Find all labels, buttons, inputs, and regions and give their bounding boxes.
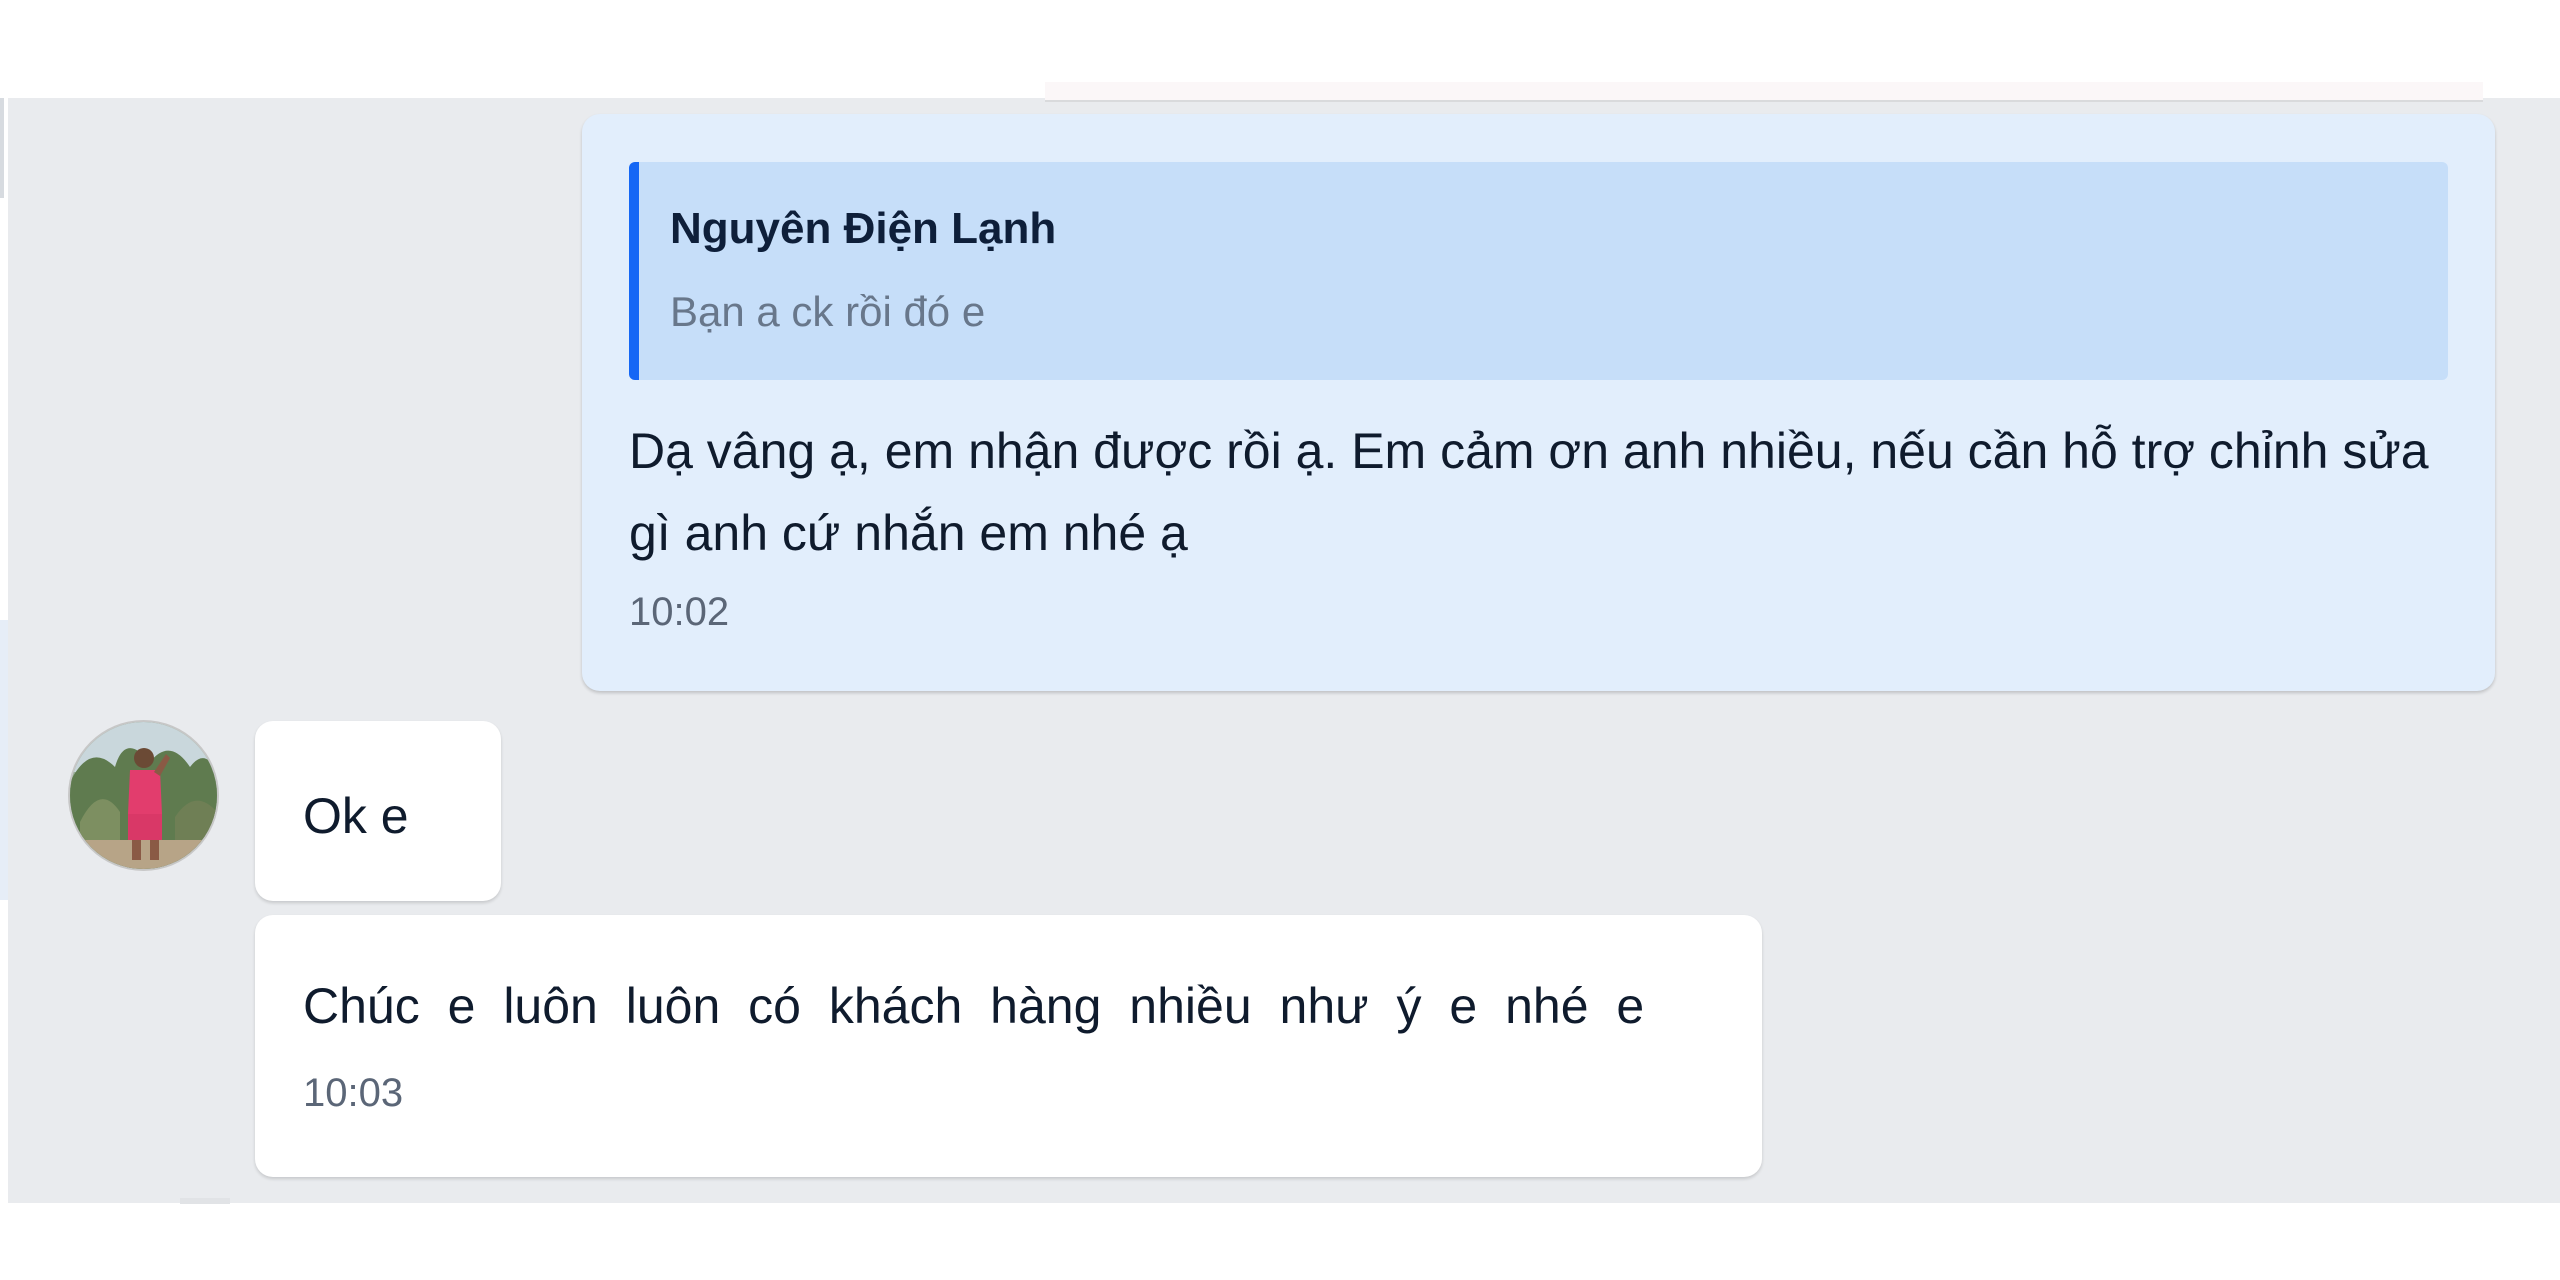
bottom-edge-mark xyxy=(180,1198,230,1204)
left-divider xyxy=(0,98,4,198)
incoming-message-bubble[interactable]: Chúc e luôn luôn có khách hàng nhiều như… xyxy=(255,915,1762,1177)
outgoing-message-text: Dạ vâng ạ, em nhận được rồi ạ. Em cảm ơn… xyxy=(629,423,2429,561)
incoming-message-bubble[interactable]: Ok e xyxy=(255,721,501,901)
incoming-message-text: Chúc e luôn luôn có khách hàng nhiều như… xyxy=(303,978,1645,1034)
contact-avatar[interactable] xyxy=(70,722,217,869)
incoming-message-time: 10:03 xyxy=(303,1071,404,1115)
outgoing-message-bubble[interactable]: Nguyên Điện Lạnh Bạn a ck rồi đó e Dạ vâ… xyxy=(582,114,2495,691)
reply-quote[interactable]: Nguyên Điện Lạnh Bạn a ck rồi đó e xyxy=(629,162,2448,380)
reply-quote-sender: Nguyên Điện Lạnh xyxy=(670,204,1057,253)
outgoing-message-time: 10:02 xyxy=(629,590,730,634)
avatar-photo-icon xyxy=(70,722,217,869)
left-divider-highlight xyxy=(0,620,8,900)
reply-quote-text: Bạn a ck rồi đó e xyxy=(670,288,986,335)
previous-message-edge xyxy=(1045,82,2483,102)
incoming-message-text: Ok e xyxy=(303,788,409,844)
